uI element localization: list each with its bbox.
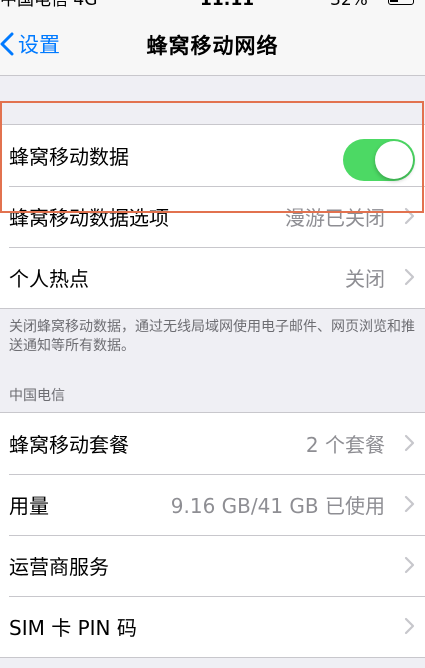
usage-label: 用量 — [9, 494, 49, 518]
personal-hotspot-row[interactable]: 个人热点 关闭 — [0, 247, 425, 308]
cellular-data-label: 蜂窝移动数据 — [9, 145, 129, 169]
cellular-settings-group: 蜂窝移动数据 蜂窝移动数据选项 漫游已关闭 个人热点 关闭 — [0, 124, 425, 309]
navigation-bar: 设置 蜂窝移动网络 — [0, 12, 425, 76]
chevron-right-icon — [404, 207, 415, 225]
data-options-label: 蜂窝移动数据选项 — [9, 206, 169, 230]
battery-icon — [388, 0, 414, 5]
cellular-plans-row[interactable]: 蜂窝移动套餐 2 个套餐 — [0, 413, 425, 474]
carrier-label: 中国电信 4G — [0, 0, 98, 10]
status-time: 11:11 — [200, 0, 255, 10]
cellular-data-toggle[interactable] — [343, 139, 415, 181]
plans-label: 蜂窝移动套餐 — [9, 433, 129, 457]
cellular-footer-note: 关闭蜂窝移动数据，通过无线局域网使用电子邮件、网页浏览和推送通知等所有数据。 — [9, 319, 415, 354]
sim-pin-row[interactable]: SIM 卡 PIN 码 — [0, 596, 425, 657]
data-options-value: 漫游已关闭 — [285, 206, 385, 230]
chevron-right-icon — [404, 268, 415, 286]
usage-row[interactable]: 用量 9.16 GB/41 GB 已使用 — [0, 474, 425, 535]
data-options-row[interactable]: 蜂窝移动数据选项 漫游已关闭 — [0, 186, 425, 247]
chevron-right-icon — [404, 434, 415, 452]
hotspot-label: 个人热点 — [9, 267, 89, 291]
hotspot-value: 关闭 — [345, 267, 385, 291]
status-bar: 中国电信 4G 11:11 32% — [0, 0, 425, 12]
chevron-right-icon — [404, 495, 415, 513]
plans-value: 2 个套餐 — [305, 433, 385, 457]
battery-percent: 32% — [330, 0, 368, 10]
carrier-services-row[interactable]: 运营商服务 — [0, 535, 425, 596]
carrier-services-label: 运营商服务 — [9, 555, 109, 579]
chevron-right-icon — [404, 617, 415, 635]
page-title: 蜂窝移动网络 — [146, 34, 279, 58]
carrier-settings-group: 蜂窝移动套餐 2 个套餐 用量 9.16 GB/41 GB 已使用 运营商服务 … — [0, 412, 425, 658]
usage-value: 9.16 GB/41 GB 已使用 — [170, 494, 385, 518]
cellular-data-row: 蜂窝移动数据 — [0, 125, 425, 186]
chevron-right-icon — [404, 556, 415, 574]
sim-pin-label: SIM 卡 PIN 码 — [9, 616, 137, 640]
toggle-knob — [375, 141, 413, 179]
carrier-section-header: 中国电信 — [9, 388, 65, 404]
